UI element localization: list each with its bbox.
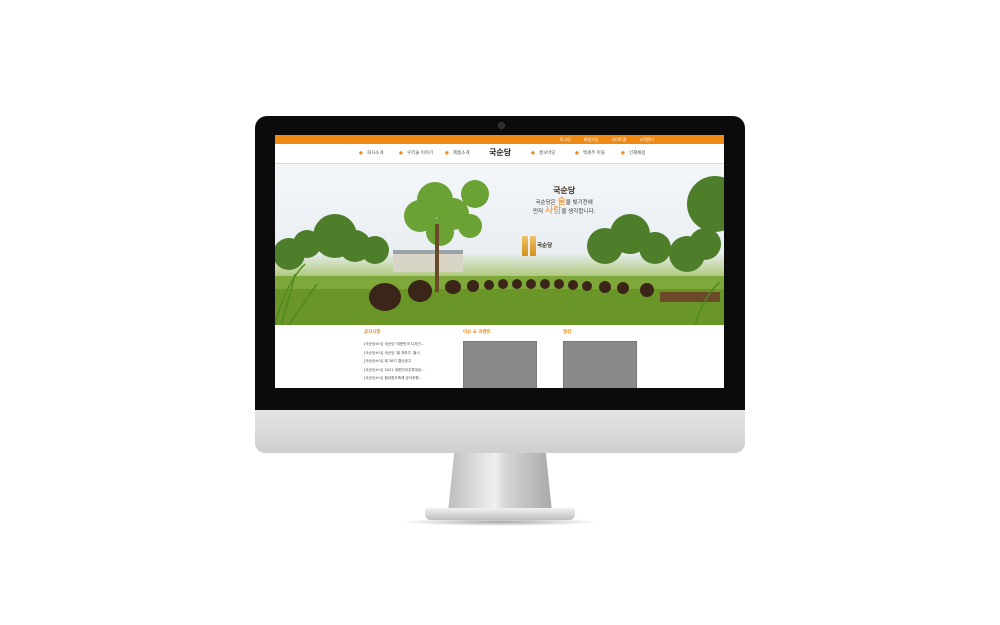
top-utility-bar: 로그인 회원가입 사이트맵 고객센터 [275,135,724,144]
nav-item-label: 백세주 마을 [582,151,606,156]
camera-icon [498,122,505,129]
website-screen: 로그인 회원가입 사이트맵 고객센터 ● 회사소개 ● 우리술 이야기 ● 제품소개 … [275,135,724,388]
sitemap-link[interactable]: 사이트맵 [612,136,627,143]
bullet-icon: ● [575,151,579,156]
site-logo[interactable]: 국순당 [489,148,511,158]
bottle-shape [530,236,536,256]
slogan-text: 을 빚기전에 [565,200,593,206]
bullet-icon: ● [359,151,363,156]
bullet-icon: ● [399,151,403,156]
video-title[interactable]: 영상 [563,329,571,336]
bullet-icon: ● [531,151,535,156]
events-thumbnail[interactable] [463,341,537,388]
hero-logo: 국순당 [553,186,576,195]
nav-item-label: 제품소개 [452,151,470,156]
list-item[interactable]: [국순당소식] 국순당 '별 과하주' 출시 [364,349,446,358]
events-title[interactable]: 이슈 & 이벤트 [463,329,491,336]
hero-slogan-line1: 국순당은 술을 빚기전에 [533,198,595,207]
nav-item-company[interactable]: ● 회사소개 [359,150,384,157]
bullet-icon: ● [621,151,625,156]
nav-item-story[interactable]: ● 우리술 이야기 [399,150,433,157]
slogan-text: 을 생각합니다. [561,209,596,215]
hero-landscape-image [275,176,724,325]
slogan-emphasis: 사람 [544,206,562,216]
monitor-chin [255,407,745,453]
monitor-stand [448,452,552,512]
nav-item-products[interactable]: ● 제품소개 [445,150,470,157]
nav-item-village[interactable]: ● 백세주 마을 [575,150,605,157]
slogan-text: 먼저 [533,209,545,215]
nav-item-label: 인재채용 [628,151,646,156]
nav-item-promotion[interactable]: ● 홍보마당 [531,150,556,157]
video-thumbnail[interactable] [563,341,637,388]
main-navigation: ● 회사소개 ● 우리술 이야기 ● 제품소개 국순당 ● 홍보마당 ● 백세주 마을 ●… [275,144,724,164]
login-link[interactable]: 로그인 [560,136,571,143]
monitor-foot [425,508,575,520]
notice-list: [국순당소식] 국순당 '대한민국 디자인... [국순당소식] 국순당 '별 … [364,340,446,383]
hero-banner: 국순당 국순당은 술을 빚기전에 먼저 사람을 생각합니다. 국순당 [275,164,724,325]
nav-item-label: 회사소개 [366,151,384,156]
bullet-icon: ● [445,151,449,156]
hero-slogan: 국순당 국순당은 술을 빚기전에 먼저 사람을 생각합니다. [533,186,595,216]
customer-center-link[interactable]: 고객센터 [639,136,654,143]
list-item[interactable]: [국순당소식] 2021 대한민국주류대상... [364,366,446,375]
signup-link[interactable]: 회원가입 [584,136,599,143]
list-item[interactable]: [국순당소식] 국순당 '대한민국 디자인... [364,340,446,349]
product-logo: 국순당 [537,243,553,249]
nav-item-label: 우리술 이야기 [406,151,434,156]
content-sections: 공지사항 [국순당소식] 국순당 '대한민국 디자인... [국순당소식] 국순… [275,325,724,388]
list-item[interactable]: [국순당소식] 제 38기 결산공고 [364,357,446,366]
nav-item-label: 홍보마당 [538,151,556,156]
hero-slogan-line2: 먼저 사람을 생각합니다. [533,207,595,216]
utility-links: 로그인 회원가입 사이트맵 고객센터 [560,136,654,143]
list-item[interactable]: [국순당소식] 횡성한우축제 공식후원... [364,374,446,383]
bottle-shape [522,236,528,256]
notice-title[interactable]: 공지사항 [364,329,381,336]
nav-item-careers[interactable]: ● 인재채용 [621,150,646,157]
